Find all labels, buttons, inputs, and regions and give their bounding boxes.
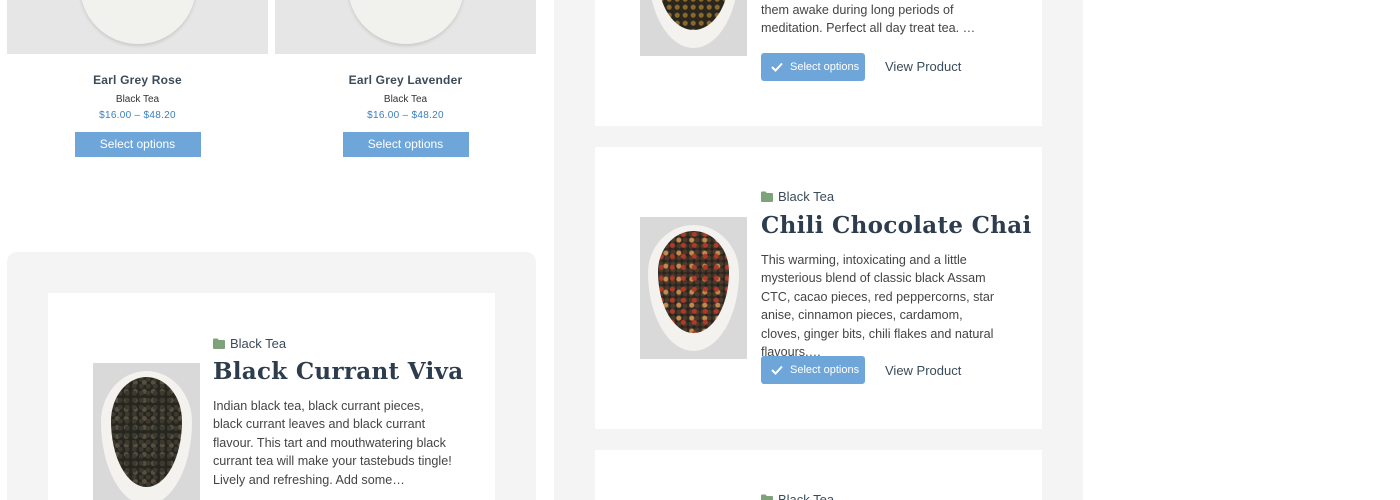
check-icon <box>771 365 783 375</box>
select-options-button[interactable]: Select options <box>74 132 201 157</box>
category-label[interactable]: Black Tea <box>778 492 834 500</box>
product-price: $16.00 – $48.20 <box>367 110 444 121</box>
product-description: This warming, intoxicating and a little … <box>761 253 995 360</box>
product-card-earl-grey-rose: Earl Grey Rose Black Tea $16.00 – $48.20… <box>7 0 268 157</box>
featured-card-top: them awake during long periods of medita… <box>595 0 1042 126</box>
select-options-button[interactable]: Select options <box>342 132 469 157</box>
featured-card-black-currant: Black Tea Black Currant Viva Indian blac… <box>48 293 495 500</box>
product-description: Indian black tea, black currant pieces, … <box>213 399 452 487</box>
folder-icon <box>761 494 773 500</box>
folder-icon <box>213 338 225 349</box>
product-image[interactable] <box>7 0 268 54</box>
product-title[interactable]: Earl Grey Rose <box>7 73 268 87</box>
category-line: Black Tea <box>213 336 286 351</box>
product-card-earl-grey-lavender: Earl Grey Lavender Black Tea $16.00 – $4… <box>275 0 536 157</box>
view-product-link[interactable]: View Product <box>885 59 961 74</box>
folder-icon <box>761 191 773 202</box>
product-category[interactable]: Black Tea <box>7 94 268 105</box>
product-title[interactable]: Chili Chocolate Chai <box>761 212 1032 239</box>
category-line: Black Tea <box>761 492 834 500</box>
product-title[interactable]: Earl Grey Lavender <box>275 73 536 87</box>
category-label[interactable]: Black Tea <box>230 336 286 351</box>
category-label[interactable]: Black Tea <box>778 189 834 204</box>
select-options-button[interactable]: Select options <box>761 356 865 384</box>
select-options-label: Select options <box>790 364 860 376</box>
select-options-button[interactable]: Select options <box>761 53 865 81</box>
product-category[interactable]: Black Tea <box>275 94 536 105</box>
product-description: them awake during long periods of medita… <box>761 3 976 36</box>
product-image[interactable] <box>275 0 536 54</box>
featured-card-bottom: Black Tea <box>595 450 1042 500</box>
category-line: Black Tea <box>761 189 834 204</box>
view-product-link[interactable]: View Product <box>885 363 961 378</box>
product-image[interactable] <box>640 0 747 56</box>
featured-card-chili-chocolate-chai: Black Tea Chili Chocolate Chai This warm… <box>595 147 1042 429</box>
product-image[interactable] <box>93 363 200 500</box>
product-title[interactable]: Black Currant Viva <box>213 358 463 385</box>
product-image[interactable] <box>640 217 747 359</box>
check-icon <box>771 62 783 72</box>
select-options-label: Select options <box>790 61 860 73</box>
product-price: $16.00 – $48.20 <box>99 110 176 121</box>
